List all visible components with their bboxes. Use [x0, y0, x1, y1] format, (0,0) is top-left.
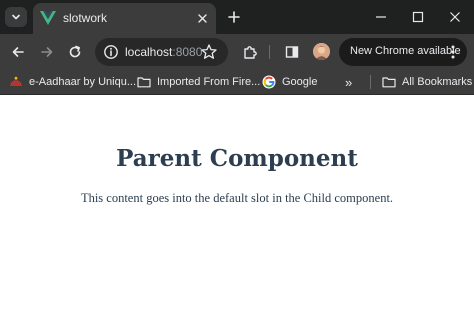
profile-avatar[interactable] — [313, 43, 330, 60]
bookmarks-bar: e-Aadhaar by Uniqu... Imported From Fire… — [0, 70, 474, 95]
tab-search-button[interactable] — [5, 7, 27, 27]
more-vertical-icon — [451, 45, 455, 59]
url-text[interactable]: localhost:8080 — [125, 45, 202, 59]
folder-icon — [382, 75, 396, 89]
arrow-left-icon — [12, 47, 24, 57]
side-panel-icon — [285, 46, 299, 58]
plus-icon — [228, 11, 240, 23]
minimize-button[interactable] — [368, 4, 394, 30]
bookmark-label: All Bookmarks — [402, 76, 473, 88]
tab-close-button[interactable] — [194, 10, 210, 26]
slot-content-text: This content goes into the default slot … — [80, 191, 394, 205]
reload-icon — [69, 45, 81, 58]
bookmark-label: Google — [282, 76, 318, 88]
new-chrome-available-button[interactable]: New Chrome available — [339, 38, 467, 66]
arrow-right-icon — [41, 47, 53, 57]
side-panel-button[interactable] — [280, 40, 304, 64]
bookmark-label: e-Aadhaar by Uniqu... — [29, 76, 137, 88]
back-button[interactable] — [6, 40, 30, 64]
vue-logo-icon — [40, 11, 56, 25]
bookmark-all-bookmarks[interactable]: All Bookmarks — [382, 73, 472, 91]
info-icon[interactable] — [103, 44, 119, 60]
url-host: localhost — [125, 45, 173, 59]
folder-icon — [137, 75, 151, 89]
bookmarks-overflow-button[interactable]: » — [345, 73, 352, 91]
maximize-icon — [412, 11, 424, 23]
reload-button[interactable] — [63, 40, 87, 64]
forward-button[interactable] — [35, 40, 59, 64]
chevron-down-icon — [12, 14, 20, 20]
bookmark-imported-from-firefox[interactable]: Imported From Fire... — [137, 73, 260, 91]
tab-active[interactable]: slotwork — [33, 3, 216, 34]
toolbar: localhost:8080 New Chrome available — [0, 34, 474, 70]
overflow-chevron-icon: » — [345, 74, 353, 90]
menu-button[interactable] — [445, 43, 461, 61]
maximize-button[interactable] — [405, 4, 431, 30]
new-tab-button[interactable] — [224, 7, 244, 27]
tab-strip: slotwork — [0, 0, 474, 34]
google-logo-icon — [262, 75, 276, 89]
page-content: Parent Component This content goes into … — [0, 95, 474, 331]
bookmarks-divider — [370, 75, 371, 89]
browser-window: slotwork localhost:8080 New Chrome avail… — [0, 0, 474, 331]
address-bar[interactable]: localhost:8080 — [95, 38, 228, 66]
close-icon — [197, 13, 207, 23]
bookmark-label: Imported From Fire... — [157, 76, 261, 88]
page-title: Parent Component — [116, 145, 358, 172]
url-port: :8080 — [172, 45, 203, 59]
bookmark-star-icon[interactable] — [200, 43, 218, 61]
avatar-icon — [313, 43, 330, 60]
toolbar-divider — [269, 45, 270, 59]
extensions-button[interactable] — [238, 40, 262, 64]
close-window-button[interactable] — [442, 4, 468, 30]
close-icon — [450, 12, 460, 22]
bookmark-google[interactable]: Google — [262, 73, 317, 91]
bookmark-e-aadhaar[interactable]: e-Aadhaar by Uniqu... — [9, 73, 136, 91]
tab-title: slotwork — [63, 11, 108, 25]
puzzle-icon — [243, 45, 257, 59]
minimize-icon — [376, 16, 386, 18]
aadhaar-logo-icon — [9, 75, 23, 89]
